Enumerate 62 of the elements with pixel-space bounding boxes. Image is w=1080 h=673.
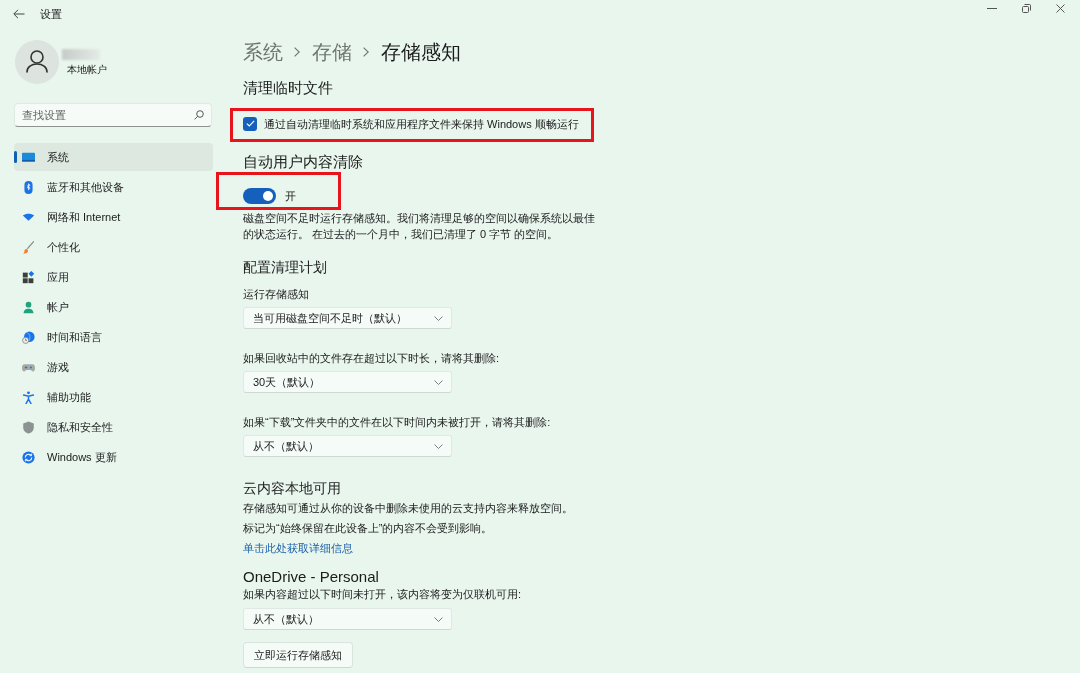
chevron-right-icon	[363, 47, 369, 57]
section-heading: OneDrive - Personal	[243, 568, 379, 586]
nav-item[interactable]: 应用	[14, 263, 213, 291]
setting-label: 运行存储感知	[243, 287, 309, 302]
info-text: 存储感知可通过从你的设备中删除未使用的云支持内容来释放空间。	[243, 501, 573, 516]
dropdown[interactable]: 当可用磁盘空间不足时（默认）	[243, 307, 452, 329]
person-icon	[22, 300, 35, 314]
description-text: 磁盘空间不足时运行存储感知。我们将清理足够的空间以确保系统以最佳的状态运行。 在过去的一个月中，我们已清理了 0 字节 的空间。	[243, 211, 596, 242]
section-heading: 清理临时文件	[243, 78, 333, 98]
checkbox-label: 通过自动清理临时系统和应用程序文件来保持 Windows 顺畅运行	[264, 116, 579, 131]
section-heading: 自动用户内容清除	[243, 152, 363, 172]
nav-item[interactable]: 帐户	[14, 293, 213, 321]
dropdown[interactable]: 从不（默认）	[243, 608, 452, 630]
setting-label: 如果内容超过以下时间未打开，该内容将变为仅联机可用:	[243, 587, 522, 602]
learn-more-link[interactable]: 单击此处获取详细信息	[243, 540, 353, 556]
breadcrumb-link[interactable]: 系统	[243, 38, 283, 66]
nav-item[interactable]: Windows 更新	[14, 443, 213, 471]
setting-label: 如果回收站中的文件存在超过以下时长，请将其删除:	[243, 351, 500, 366]
section-heading: 配置清理计划	[243, 258, 327, 277]
nav-item[interactable]: 游戏	[14, 353, 213, 381]
avatar-icon	[15, 40, 59, 84]
nav-item[interactable]: 时间和语言	[14, 323, 213, 351]
dropdown[interactable]: 30天（默认）	[243, 371, 452, 393]
chevron-down-icon	[434, 443, 443, 449]
chevron-down-icon	[434, 379, 443, 385]
nav-item[interactable]: 个性化	[14, 233, 213, 261]
checkbox[interactable]	[243, 116, 257, 131]
info-text: 标记为“始终保留在此设备上”的内容不会受到影响。	[243, 521, 493, 536]
nav-item[interactable]: 网络和 Internet	[14, 203, 213, 231]
bluetooth-icon	[22, 180, 35, 194]
run-now-button[interactable]: 立即运行存储感知	[243, 642, 353, 668]
breadcrumb-current: 存储感知	[381, 40, 461, 65]
nav-item[interactable]: 蓝牙和其他设备	[14, 173, 213, 201]
nav-item[interactable]: 辅助功能	[14, 383, 213, 411]
close-icon	[1055, 4, 1065, 13]
chevron-down-icon	[434, 315, 443, 321]
restore-icon	[1021, 4, 1031, 13]
minimize-icon	[987, 8, 997, 9]
nav-item[interactable]: 隐私和安全性	[14, 413, 213, 441]
chevron-down-icon	[434, 616, 443, 622]
apps-icon	[22, 270, 35, 284]
dropdown[interactable]: 从不（默认）	[243, 435, 452, 457]
setting-label: 如果“下载”文件夹中的文件在以下时间内未被打开，请将其删除:	[243, 415, 551, 430]
accessibility-icon	[22, 390, 35, 404]
toggle-state-label: 开	[285, 189, 296, 204]
section-heading: 云内容本地可用	[243, 479, 341, 498]
account-type-label: 本地帐户	[67, 63, 107, 76]
toggle-switch[interactable]	[243, 188, 276, 204]
arrow-left-icon	[13, 9, 25, 19]
checkmark-icon	[245, 120, 255, 127]
breadcrumb-link[interactable]: 存储	[312, 38, 352, 66]
refresh-icon	[22, 450, 35, 464]
search-icon	[194, 110, 204, 120]
monitor-icon	[22, 150, 35, 164]
search-field[interactable]: 查找设置	[14, 103, 212, 127]
brush-icon	[22, 240, 35, 254]
globe-clock-icon	[22, 330, 35, 344]
nav-item[interactable]: 系统	[14, 143, 213, 171]
window-title: 设置	[40, 7, 62, 21]
shield-icon	[22, 420, 35, 434]
chevron-right-icon	[294, 47, 300, 57]
blurred-name-block	[62, 48, 100, 60]
